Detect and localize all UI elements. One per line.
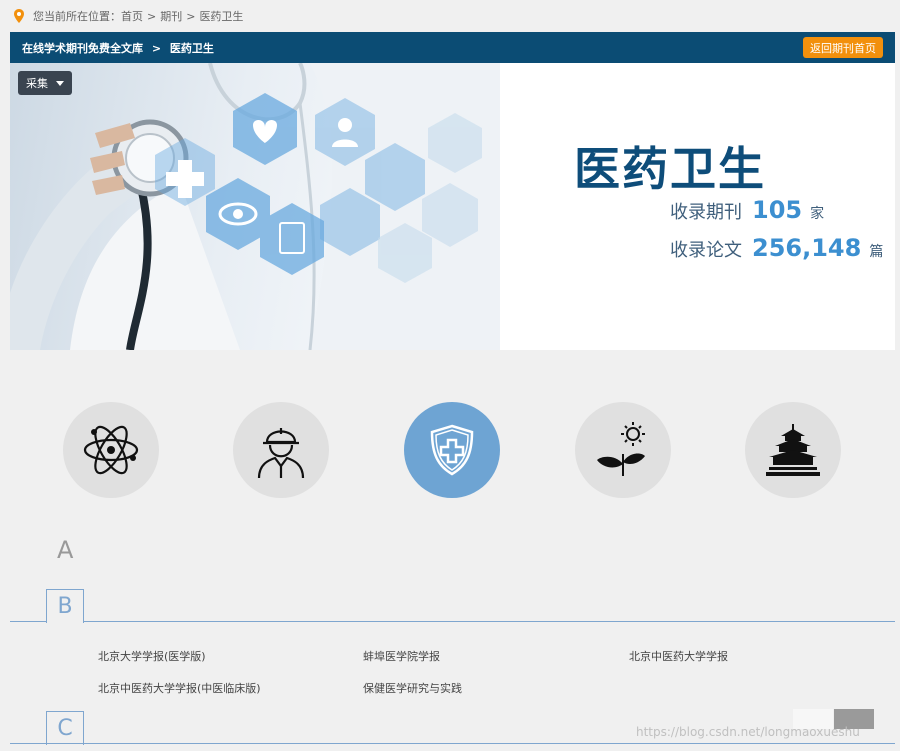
category-humanities[interactable] [745,402,841,498]
breadcrumb-current: 医药卫生 [199,10,244,23]
section-tab-c[interactable]: C [46,711,84,745]
papers-label: 收录论文 [670,240,742,261]
category-medicine[interactable] [404,402,500,498]
engineer-icon [257,428,305,479]
journals-stat: 收录期刊 105 家 [670,196,824,224]
header-path: 在线学术期刊免费全文库 > 医药卫生 [22,40,214,56]
breadcrumb-separator: > [186,9,196,23]
header-site-link[interactable]: 在线学术期刊免费全文库 [22,42,143,55]
journals-count: 105 [752,196,803,224]
temple-icon [766,424,820,476]
section-header-bar: 在线学术期刊免费全文库 > 医药卫生 返回期刊首页 [10,32,895,63]
papers-count: 256,148 [752,234,862,262]
category-engineering[interactable] [233,402,329,498]
atom-icon [83,425,139,475]
section-divider [10,621,895,622]
journals-unit: 家 [810,206,825,222]
breadcrumb-journals[interactable]: 期刊 [160,8,182,24]
header-separator: > [151,41,162,55]
banner-title: 医药卫生 [574,142,766,196]
medical-shield-icon [430,424,474,476]
watermark-text: https://blog.csdn.net/longmaoxueshu [636,725,860,739]
journal-link[interactable]: 北京中医药大学学报 [629,648,728,664]
breadcrumb-separator: > [147,9,157,23]
category-banner: 采集 医药卫生 收录期刊 105 家 收录论文 256,148 篇 [10,63,895,350]
location-pin-icon [14,9,24,23]
journal-link[interactable]: 蚌埠医学院学报 [363,648,440,664]
breadcrumb-home[interactable]: 首页 [121,8,143,24]
collect-dropdown-button[interactable]: 采集 [18,71,72,95]
papers-unit: 篇 [869,244,884,260]
header-current: 医药卫生 [169,41,214,55]
caret-down-icon [56,80,64,86]
journal-link[interactable]: 北京大学学报(医学版) [98,648,206,664]
category-agriculture[interactable] [575,402,671,498]
section-tab-b[interactable]: B [46,589,84,623]
breadcrumb-prefix: 您当前所在位置： [33,10,121,23]
banner-photo [10,63,500,350]
plant-sun-icon [597,422,645,476]
section-divider [10,743,895,744]
doctor-stethoscope-illustration [10,63,500,350]
breadcrumb: 您当前所在位置： 首页 > 期刊 > 医药卫生 [0,0,900,32]
journal-link[interactable]: 保健医学研究与实践 [363,680,462,696]
category-science[interactable] [63,402,159,498]
papers-stat: 收录论文 256,148 篇 [670,234,883,262]
section-letter-a[interactable]: A [57,536,73,564]
collect-label: 采集 [26,77,48,90]
back-to-journals-button[interactable]: 返回期刊首页 [803,37,883,58]
journal-link[interactable]: 北京中医药大学学报(中医临床版) [98,680,261,696]
journals-label: 收录期刊 [670,202,742,223]
